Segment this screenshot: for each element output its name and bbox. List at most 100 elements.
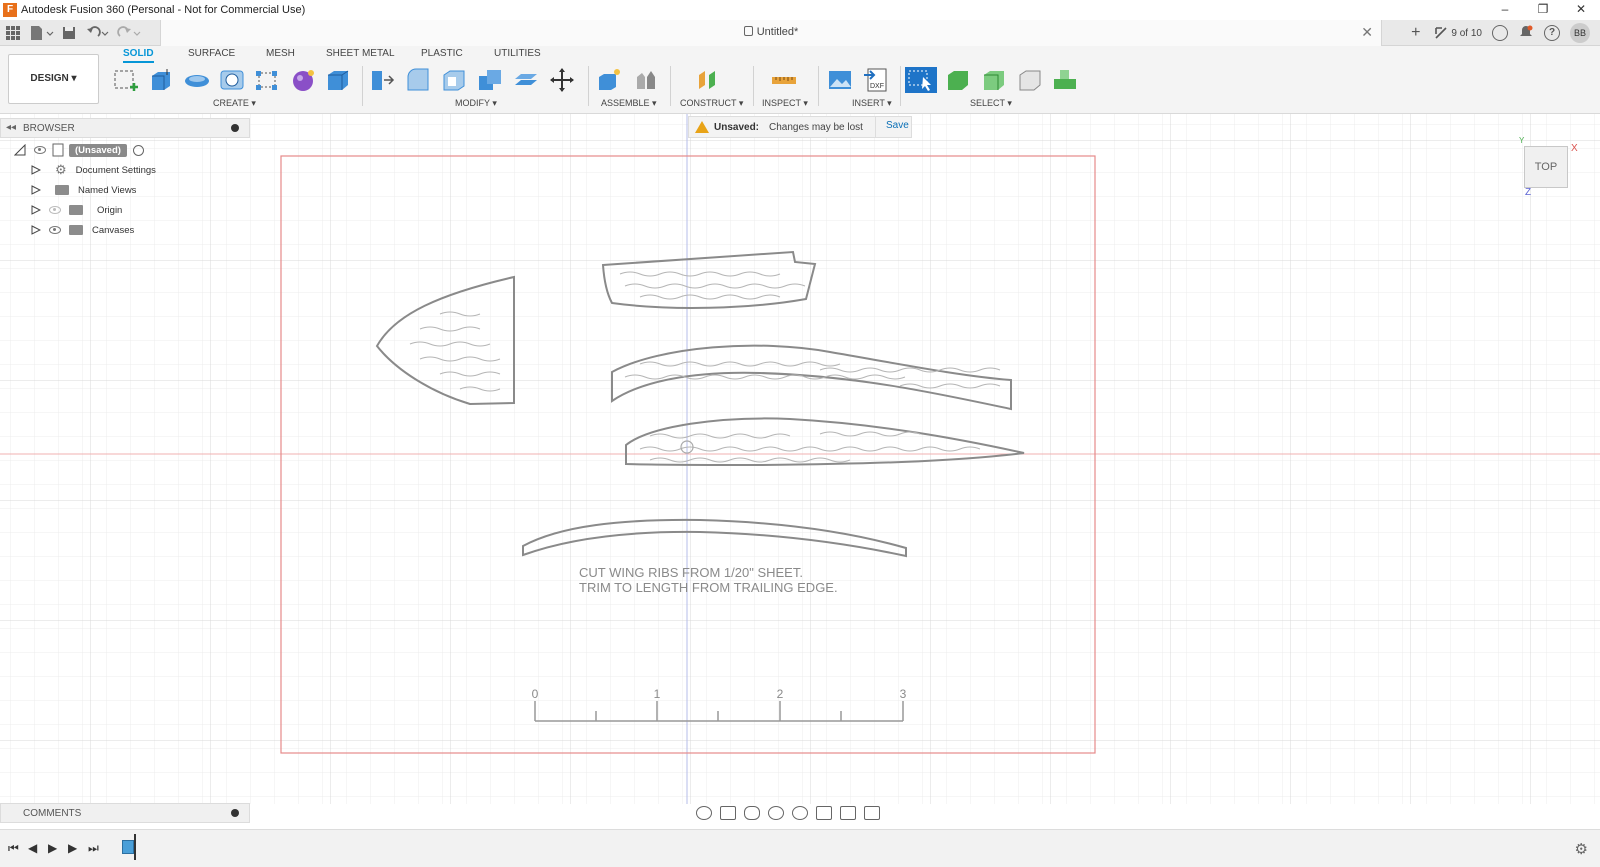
modify-menu[interactable]: MODIFY ▾ <box>455 98 497 109</box>
select-edge-icon[interactable] <box>1016 67 1044 93</box>
toolbar: DESIGN ▾ SOLID SURFACE MESH SHEET METAL … <box>0 46 1600 114</box>
new-tab-plus-icon[interactable]: + <box>1411 24 1420 42</box>
measure-icon[interactable] <box>770 67 798 93</box>
save-link[interactable]: Save <box>874 116 909 138</box>
pattern-icon[interactable] <box>253 67 281 93</box>
browser-title: BROWSER <box>23 123 75 134</box>
job-status[interactable]: 9 of 10 <box>1434 26 1482 40</box>
pin-icon[interactable] <box>231 124 239 132</box>
look-at-icon[interactable] <box>720 806 736 820</box>
shell-icon[interactable] <box>440 67 468 93</box>
file-menu-icon[interactable] <box>28 24 54 42</box>
box-icon[interactable] <box>324 67 352 93</box>
minimize-button[interactable]: – <box>1486 0 1524 20</box>
help-icon[interactable]: ? <box>1544 25 1560 41</box>
insert-menu[interactable]: INSERT ▾ <box>852 98 892 109</box>
expand-triangle-icon <box>14 144 26 156</box>
data-panel-grid-icon[interactable] <box>4 24 22 42</box>
inspect-menu[interactable]: INSPECT ▾ <box>762 98 808 109</box>
timeline-settings-gear-icon[interactable]: ⚙ <box>1575 840 1588 858</box>
create-sketch-icon[interactable] <box>112 67 140 93</box>
close-tab-icon[interactable]: ✕ <box>1361 24 1373 41</box>
insert-dxf-icon[interactable]: DXF <box>862 67 890 93</box>
tab-plastic[interactable]: PLASTIC <box>421 48 463 59</box>
orbit-icon[interactable] <box>696 806 712 820</box>
select-face-icon[interactable] <box>980 67 1008 93</box>
pan-hand-icon[interactable] <box>744 806 760 820</box>
close-window-button[interactable]: ✕ <box>1562 0 1600 20</box>
notifications-bell-icon[interactable] <box>1518 24 1534 43</box>
user-avatar[interactable]: BB <box>1570 23 1590 43</box>
browser-panel-header[interactable]: ◂◂ BROWSER <box>0 118 250 138</box>
fillet-icon[interactable] <box>404 67 432 93</box>
step-forward-icon[interactable]: ▶ <box>68 841 77 855</box>
tree-item-canvases[interactable]: Canvases <box>0 221 250 239</box>
folder-icon <box>55 185 69 195</box>
activate-radio-icon[interactable] <box>132 144 144 156</box>
redo-icon[interactable] <box>116 24 142 42</box>
zoom-icon[interactable] <box>768 806 784 820</box>
canvas-timeline-feature[interactable] <box>122 840 134 854</box>
comments-panel-header[interactable]: COMMENTS <box>0 803 250 823</box>
insert-canvas-icon[interactable] <box>826 67 854 93</box>
axis-x-label: X <box>1571 143 1578 154</box>
visibility-eye-icon[interactable] <box>49 206 61 214</box>
assemble-menu[interactable]: ASSEMBLE ▾ <box>601 98 657 109</box>
select-body-icon[interactable] <box>944 67 972 93</box>
tab-solid[interactable]: SOLID <box>123 48 154 63</box>
hole-icon[interactable] <box>218 67 246 93</box>
tree-item-named-views[interactable]: Named Views <box>0 181 250 199</box>
joint-icon[interactable] <box>631 67 659 93</box>
scale-label-2: 2 <box>777 687 784 701</box>
select-component-icon[interactable] <box>1051 67 1079 93</box>
offset-plane-icon[interactable] <box>694 67 722 93</box>
restore-button[interactable]: ❐ <box>1524 0 1562 20</box>
collapse-panel-icon[interactable]: ◂◂ <box>6 122 16 133</box>
grid-settings-icon[interactable] <box>840 806 856 820</box>
lock-icon <box>743 26 753 36</box>
save-icon[interactable] <box>60 24 78 42</box>
tree-item-origin[interactable]: Origin <box>0 201 250 219</box>
create-menu[interactable]: CREATE ▾ <box>213 98 256 109</box>
tab-surface[interactable]: SURFACE <box>188 48 235 59</box>
construct-menu[interactable]: CONSTRUCT ▾ <box>680 98 743 109</box>
document-title: Untitled* <box>756 26 799 38</box>
select-menu[interactable]: SELECT ▾ <box>970 98 1012 109</box>
fit-zoom-icon[interactable] <box>792 806 808 820</box>
new-component-icon[interactable] <box>595 67 623 93</box>
warning-icon <box>695 121 709 133</box>
document-icon <box>52 143 64 157</box>
visibility-eye-icon[interactable] <box>49 226 61 234</box>
revolve-icon[interactable] <box>183 67 211 93</box>
title-bar: F Autodesk Fusion 360 (Personal - Not fo… <box>0 0 1600 20</box>
visibility-eye-icon[interactable] <box>34 146 46 154</box>
browser-root-row[interactable]: (Unsaved) <box>0 141 250 159</box>
workspace-switcher-button[interactable]: DESIGN ▾ <box>8 54 99 104</box>
undo-icon[interactable] <box>84 24 110 42</box>
extrude-icon[interactable] <box>147 67 175 93</box>
clock-icon[interactable] <box>1492 25 1508 41</box>
tree-item-document-settings[interactable]: ⚙ Document Settings <box>0 161 250 179</box>
viewcube[interactable]: TOP <box>1524 146 1568 188</box>
tab-mesh[interactable]: MESH <box>266 48 295 59</box>
move-copy-icon[interactable] <box>548 67 576 93</box>
add-comment-icon[interactable] <box>231 809 239 817</box>
document-tab[interactable]: Untitled* ✕ <box>160 20 1382 46</box>
press-pull-icon[interactable] <box>368 67 396 93</box>
step-back-icon[interactable]: ◀ <box>28 841 37 855</box>
scale-label-1: 1 <box>654 687 661 701</box>
timeline-playhead[interactable] <box>134 834 136 860</box>
display-settings-icon[interactable] <box>816 806 832 820</box>
tab-utilities[interactable]: UTILITIES <box>494 48 541 59</box>
combine-icon[interactable] <box>476 67 504 93</box>
go-to-end-icon[interactable]: ⏭ <box>88 841 99 856</box>
viewports-icon[interactable] <box>864 806 880 820</box>
tab-sheet-metal[interactable]: SHEET METAL <box>326 48 395 59</box>
go-to-start-icon[interactable]: ⏮ <box>8 841 19 856</box>
create-form-icon[interactable] <box>289 67 317 93</box>
play-icon[interactable]: ▶ <box>48 841 57 855</box>
svg-text:DXF: DXF <box>870 83 884 90</box>
scale-label-3: 3 <box>900 687 907 701</box>
select-icon[interactable] <box>905 67 937 93</box>
offset-face-icon[interactable] <box>512 67 540 93</box>
